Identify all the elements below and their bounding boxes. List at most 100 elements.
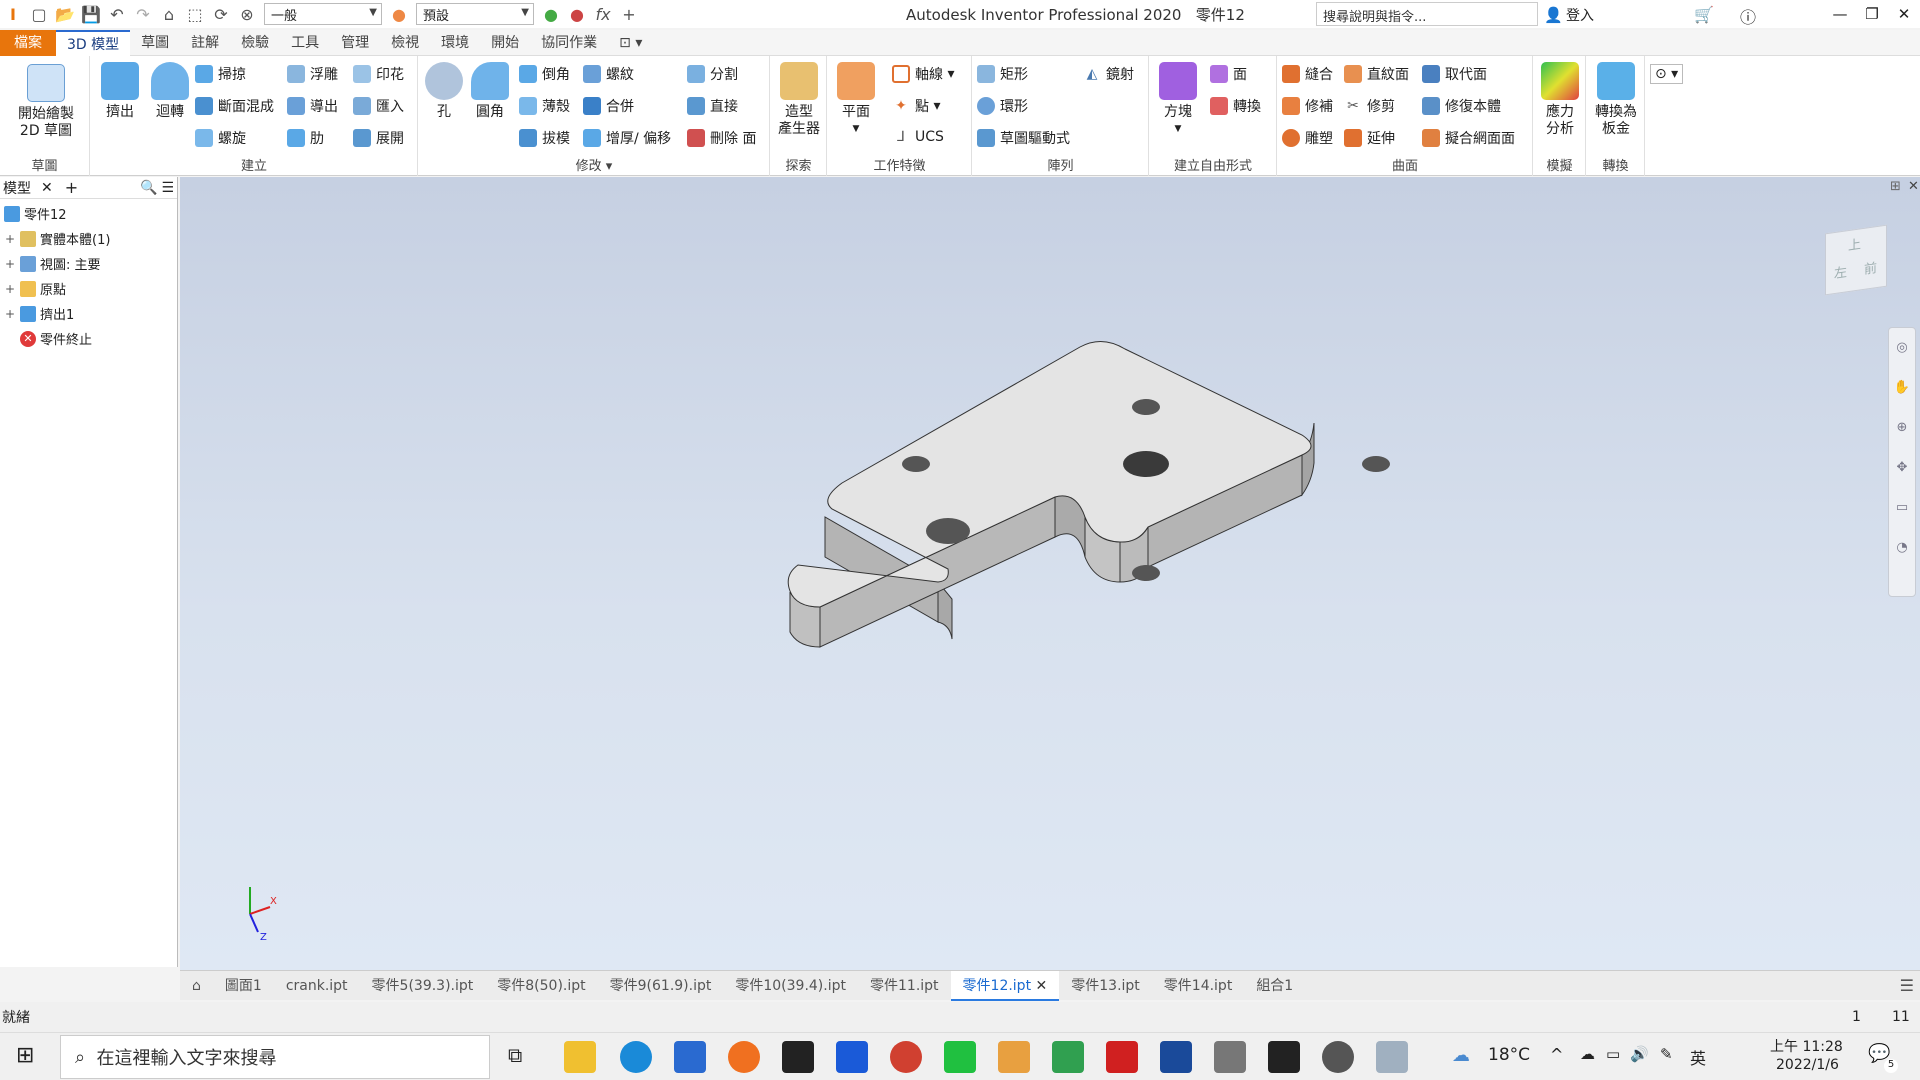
search-icon[interactable]: 🔍 — [140, 180, 157, 196]
decal-button[interactable]: 印花 — [353, 64, 404, 84]
volume-icon[interactable]: 🔊 — [1630, 1045, 1649, 1063]
clock-date[interactable]: 2022/1/6 — [1776, 1057, 1839, 1073]
doc-tab-active[interactable]: 零件12.ipt ✕ — [950, 970, 1060, 1001]
plus-icon[interactable]: + — [616, 0, 642, 28]
ribbon-options-button[interactable]: ⊡ ▾ — [608, 30, 653, 56]
clock-time[interactable]: 上午 11:28 — [1770, 1036, 1843, 1056]
convert-sheet-metal-button[interactable]: 轉換為 板金 — [1589, 62, 1643, 138]
box-button[interactable]: 方塊 ▼ — [1156, 62, 1200, 138]
view-cube-top[interactable]: 上 — [1848, 233, 1861, 254]
doc-tab[interactable]: 圖面1 — [213, 971, 274, 1001]
tab-3d-model[interactable]: 3D 模型 — [56, 29, 131, 56]
menu-icon[interactable]: ☰ — [161, 180, 174, 196]
panel-title-modify[interactable]: 修改 ▾ — [419, 155, 769, 174]
emboss-button[interactable]: 浮雕 — [287, 64, 338, 84]
firefox-icon[interactable] — [728, 1041, 760, 1073]
file-explorer-icon[interactable] — [564, 1041, 596, 1073]
home-icon[interactable]: ⌂ — [180, 971, 213, 1001]
doc-tab[interactable]: crank.ipt — [274, 971, 360, 1001]
circ-pattern-button[interactable]: 環形 — [977, 96, 1028, 116]
cancel-icon[interactable]: ⊗ — [234, 0, 260, 28]
user-icon[interactable]: 👤 — [1544, 6, 1563, 24]
doc-tab[interactable]: 組合1 — [1244, 971, 1305, 1001]
add-browser-icon[interactable]: + — [65, 178, 78, 197]
tree-node-extrude1[interactable]: + 擠出1 — [4, 301, 173, 326]
loft-button[interactable]: 斷面混成 — [195, 96, 274, 116]
ucs-button[interactable]: ⅃ UCS — [892, 128, 944, 146]
graphics-viewport[interactable]: 上 左 前 ◎ ✋ ⊕ ✥ ▭ ◔ ⊞ ✕ X Z — [180, 177, 1920, 970]
appearance-combo[interactable]: 預設 ▼ — [416, 3, 534, 25]
tab-tools[interactable]: 工具 — [280, 30, 330, 56]
sketch-driven-pattern-button[interactable]: 草圖驅動式 — [977, 128, 1070, 148]
sculpt-button[interactable]: 雕塑 — [1282, 128, 1333, 148]
split-button[interactable]: 分割 — [687, 64, 738, 84]
extend-button[interactable]: 延伸 — [1344, 128, 1395, 148]
tree-node-origin[interactable]: + 原點 — [4, 276, 173, 301]
fillet-button[interactable]: 圓角 — [469, 62, 511, 121]
shape-generator-button[interactable]: 造型 產生器 — [775, 62, 823, 138]
trim-button[interactable]: ✂ 修剪 — [1344, 96, 1395, 116]
tree-node-view[interactable]: + 視圖: 主要 — [4, 251, 173, 276]
expand-icon[interactable]: + — [4, 307, 16, 321]
tab-inspect[interactable]: 檢驗 — [230, 30, 280, 56]
doc-tab[interactable]: 零件9(61.9).ipt — [598, 971, 724, 1001]
tab-file[interactable]: 檔案 — [0, 29, 56, 56]
acrobat-icon[interactable] — [1106, 1041, 1138, 1073]
combine-button[interactable]: 合併 — [583, 96, 634, 116]
help-icon[interactable]: ⓘ — [1740, 4, 1756, 28]
tab-collaborate[interactable]: 協同作業 — [530, 30, 608, 56]
redo-icon[interactable]: ↷ — [130, 0, 156, 28]
direct-button[interactable]: 直接 — [687, 96, 738, 116]
style-combo[interactable]: 一般 ▼ — [264, 3, 382, 25]
revolve-button[interactable]: 迴轉 — [147, 62, 193, 121]
doc-tab[interactable]: 零件11.ipt — [858, 971, 951, 1001]
mail-icon[interactable] — [674, 1041, 706, 1073]
doc-tab[interactable]: 零件10(39.4).ipt — [723, 971, 858, 1001]
cart-icon[interactable]: 🛒 — [1694, 5, 1714, 24]
chrome-icon[interactable] — [890, 1041, 922, 1073]
terminal-icon[interactable] — [1268, 1041, 1300, 1073]
doc-tab[interactable]: 零件8(50).ipt — [485, 971, 597, 1001]
draft-button[interactable]: 拔模 — [519, 128, 570, 148]
face-button[interactable]: 面 — [1210, 64, 1247, 84]
weather-icon[interactable]: ☁ — [1452, 1045, 1470, 1066]
sweep-button[interactable]: 掃掠 — [195, 64, 246, 84]
point-button[interactable]: ✦ 點 ▾ — [892, 96, 940, 116]
rect-pattern-button[interactable]: 矩形 — [977, 64, 1028, 84]
menu-icon[interactable]: ☰ — [1900, 976, 1920, 995]
unwrap-button[interactable]: 展開 — [353, 128, 404, 148]
appearance-icon[interactable]: ● — [538, 0, 564, 28]
edge-icon[interactable] — [620, 1041, 652, 1073]
tray-chevron-icon[interactable]: ^ — [1550, 1045, 1563, 1064]
close-icon[interactable]: ✕ — [1908, 179, 1919, 194]
view-cube-front[interactable]: 前 — [1864, 257, 1877, 278]
steering-wheel-icon[interactable]: ◎ — [1889, 328, 1915, 368]
doc-tab[interactable]: 零件5(39.3).ipt — [360, 971, 486, 1001]
thicken-button[interactable]: 增厚/ 偏移 — [583, 128, 671, 148]
app-icon[interactable] — [1322, 1041, 1354, 1073]
app-icon[interactable] — [1160, 1041, 1192, 1073]
new-icon[interactable]: ▢ — [26, 0, 52, 28]
mirror-button[interactable]: ◭ 鏡射 — [1083, 64, 1134, 84]
tab-manage[interactable]: 管理 — [330, 30, 380, 56]
temperature[interactable]: 18°C — [1488, 1045, 1530, 1065]
rib-button[interactable]: 肋 — [287, 128, 324, 148]
stress-analysis-button[interactable]: 應力 分析 — [1538, 62, 1582, 138]
restore-icon[interactable]: ❐ — [1856, 0, 1888, 28]
expand-icon[interactable]: + — [4, 257, 16, 271]
windows-start-icon[interactable]: ⊞ — [16, 1043, 34, 1068]
close-icon[interactable]: ✕ — [41, 180, 53, 196]
extrude-button[interactable]: 擠出 — [97, 62, 143, 121]
view-cube-left[interactable]: 左 — [1834, 261, 1847, 282]
pan-icon[interactable]: ✋ — [1889, 368, 1915, 408]
ribbon-extra-dropdown[interactable]: ⊙ ▾ — [1650, 64, 1684, 84]
help-search-input[interactable]: 搜尋說明與指令... — [1316, 2, 1538, 26]
coil-button[interactable]: 螺旋 — [195, 128, 246, 148]
repair-bodies-button[interactable]: 修復本體 — [1422, 96, 1501, 116]
ime-indicator[interactable]: 英 — [1690, 1045, 1706, 1069]
dropbox-icon[interactable] — [836, 1041, 868, 1073]
color-wheel-icon[interactable]: ● — [386, 0, 412, 28]
import-button[interactable]: 匯入 — [353, 96, 404, 116]
hole-button[interactable]: 孔 — [423, 62, 465, 121]
maximize-viewport-icon[interactable]: ⊞ — [1890, 179, 1901, 194]
